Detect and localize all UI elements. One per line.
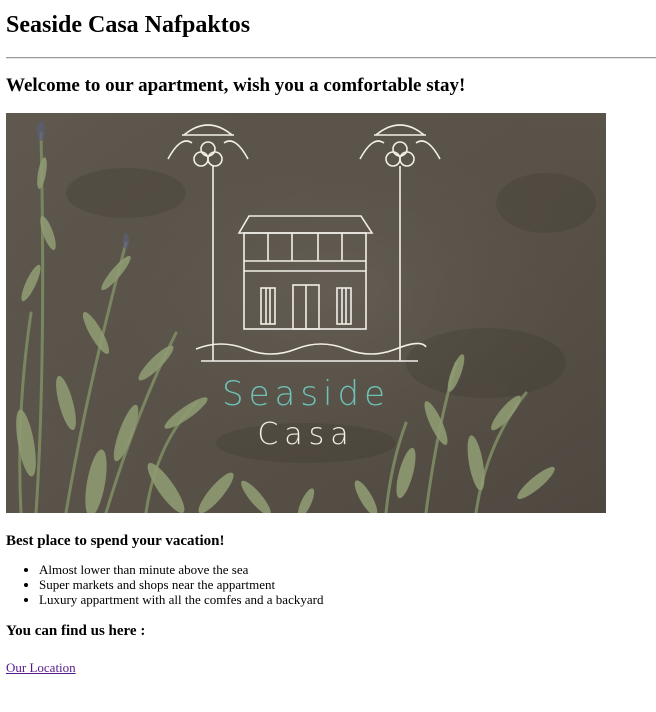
page-content: Seaside Casa Nafpaktos Welcome to our ap… (0, 11, 656, 677)
page-title: Seaside Casa Nafpaktos (6, 12, 251, 38)
logo-text-seaside: Seaside (222, 374, 390, 414)
hero-image: Seaside Casa (6, 113, 606, 513)
location-heading: You can find us here : (6, 623, 146, 639)
list-item: Luxury appartment with all the comfes an… (39, 592, 656, 607)
features-list: Almost lower than minute above the sea S… (6, 562, 656, 607)
list-item: Almost lower than minute above the sea (39, 562, 656, 577)
location-link[interactable]: Our Location (6, 660, 76, 676)
logo-text-casa: Casa (257, 417, 354, 452)
welcome-heading: Welcome to our apartment, wish you a com… (6, 75, 466, 96)
list-item: Super markets and shops near the appartm… (39, 577, 656, 592)
divider (6, 57, 656, 59)
highlights-heading: Best place to spend your vacation! (6, 533, 225, 549)
